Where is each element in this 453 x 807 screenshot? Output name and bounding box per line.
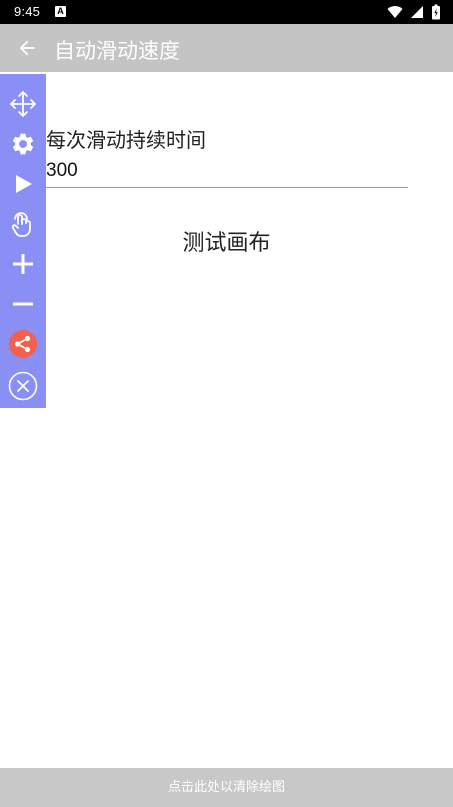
close-button[interactable] bbox=[7, 370, 39, 402]
move-icon bbox=[10, 91, 36, 117]
duration-input[interactable] bbox=[44, 154, 408, 188]
screen: 9:45 A 自动滑动速度 每次滑动持续时间 测试画布 bbox=[0, 0, 453, 807]
status-icons bbox=[385, 4, 441, 20]
cell-signal-icon bbox=[410, 6, 423, 18]
minus-icon bbox=[13, 302, 33, 306]
play-icon bbox=[16, 175, 32, 193]
app-bar: 自动滑动速度 bbox=[0, 24, 453, 72]
notification-icon: A bbox=[55, 6, 66, 17]
page-title: 自动滑动速度 bbox=[54, 39, 180, 63]
share-button[interactable] bbox=[7, 328, 39, 360]
plus-icon bbox=[13, 254, 33, 274]
canvas-label: 测试画布 bbox=[182, 231, 271, 256]
settings-button[interactable] bbox=[7, 128, 39, 160]
status-time: 9:45 bbox=[14, 4, 41, 19]
notification-glyph: A bbox=[57, 6, 64, 16]
status-bar: 9:45 A bbox=[0, 0, 453, 24]
settings-icon bbox=[12, 133, 34, 155]
clear-drawing-button[interactable]: 点击此处以清除绘图 bbox=[0, 768, 453, 807]
zoom-out-button[interactable] bbox=[7, 288, 39, 320]
wifi-icon bbox=[387, 6, 403, 18]
battery-icon bbox=[432, 4, 440, 20]
play-button[interactable] bbox=[7, 168, 39, 200]
zoom-in-button[interactable] bbox=[7, 248, 39, 280]
move-button[interactable] bbox=[7, 88, 39, 120]
share-icon bbox=[9, 330, 37, 358]
arrow-back-icon[interactable] bbox=[16, 37, 38, 59]
touch-button[interactable] bbox=[7, 208, 39, 240]
clear-drawing-label: 点击此处以清除绘图 bbox=[167, 780, 285, 795]
floating-toolbar bbox=[0, 74, 46, 408]
touch-icon bbox=[11, 212, 31, 237]
duration-label: 每次滑动持续时间 bbox=[46, 128, 206, 152]
close-icon bbox=[8, 371, 38, 401]
